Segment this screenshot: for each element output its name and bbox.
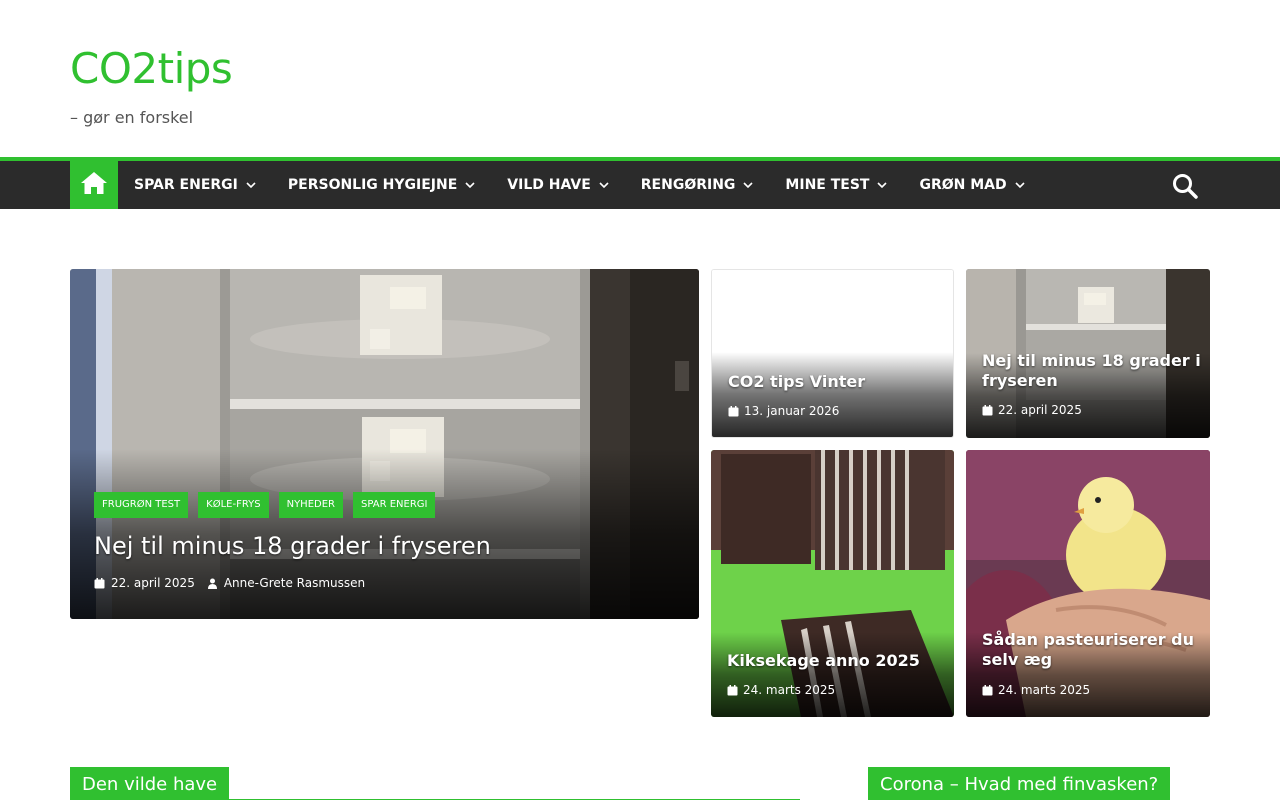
post-title[interactable]: Kiksekage anno 2025 [727, 651, 920, 671]
nav-item-label: PERSONLIG HYGIEJNE [287, 177, 458, 193]
section-title-left[interactable]: Den vilde have [70, 767, 230, 800]
home-button[interactable] [70, 157, 118, 209]
featured-post-side[interactable]: Kiksekage anno 2025 24. marts 2025 [711, 450, 954, 717]
chevron-down-icon[interactable] [1015, 180, 1025, 190]
category-tag[interactable]: NYHEDER [278, 492, 343, 518]
nav-item-mine-test[interactable]: MINE TEST [769, 161, 903, 209]
post-meta: 24. marts 2025 [982, 683, 1090, 697]
featured-post-side[interactable]: Sådan pasteuriserer du selv æg 24. marts… [966, 450, 1210, 717]
post-date[interactable]: 24. marts 2025 [998, 683, 1090, 697]
nav-item-vild-have[interactable]: VILD HAVE [491, 161, 624, 209]
category-tags: FRUGRØN TEST KØLE-FRYS NYHEDER SPAR ENER… [94, 492, 436, 518]
search-icon[interactable] [1172, 173, 1198, 199]
section-title-right[interactable]: Corona – Hvad med finvasken? [868, 767, 1171, 800]
site-tagline: – gør en forskel [70, 108, 194, 127]
nav-item-spar-energi[interactable]: SPAR ENERGI [118, 161, 272, 209]
nav-item-label: RENGØRING [640, 177, 736, 193]
post-meta: 24. marts 2025 [727, 683, 835, 697]
nav-item-label: GRØN MAD [919, 177, 1007, 193]
post-meta: 22. april 2025 Anne-Grete Rasmussen [94, 576, 365, 590]
calendar-icon [94, 577, 105, 588]
page: CO2tips – gør en forskel SPAR ENERGI PER… [0, 0, 1280, 800]
category-tag[interactable]: FRUGRØN TEST [94, 492, 189, 518]
post-title[interactable]: Nej til minus 18 grader i fryseren [982, 351, 1202, 391]
post-title[interactable]: Sådan pasteuriserer du selv æg [982, 630, 1207, 670]
nav-item-label: SPAR ENERGI [134, 177, 238, 193]
category-tag[interactable]: KØLE-FRYS [198, 492, 269, 518]
calendar-icon [727, 684, 738, 695]
home-icon [81, 172, 107, 194]
calendar-icon [982, 684, 993, 695]
post-date[interactable]: 13. januar 2026 [744, 404, 839, 418]
post-date[interactable]: 22. april 2025 [998, 403, 1082, 417]
post-date[interactable]: 22. april 2025 [111, 576, 195, 590]
nav-menu: SPAR ENERGI PERSONLIG HYGIEJNE VILD HAVE… [118, 161, 1041, 209]
post-date[interactable]: 24. marts 2025 [743, 683, 835, 697]
nav-item-rengoring[interactable]: RENGØRING [625, 161, 770, 209]
calendar-icon [728, 405, 739, 416]
post-author[interactable]: Anne-Grete Rasmussen [224, 576, 365, 590]
chevron-down-icon[interactable] [877, 180, 888, 190]
category-tag[interactable]: SPAR ENERGI [353, 492, 436, 518]
chevron-down-icon[interactable] [599, 180, 609, 190]
featured-post-side[interactable]: CO2 tips Vinter 13. januar 2026 [711, 269, 954, 438]
post-title[interactable]: CO2 tips Vinter [728, 372, 865, 392]
nav-item-label: MINE TEST [785, 177, 870, 193]
chevron-down-icon[interactable] [465, 180, 475, 190]
featured-post-main[interactable]: FRUGRØN TEST KØLE-FRYS NYHEDER SPAR ENER… [70, 269, 699, 619]
user-icon [207, 578, 217, 589]
featured-post-side[interactable]: Nej til minus 18 grader i fryseren 22. a… [966, 269, 1210, 438]
post-meta: 13. januar 2026 [728, 404, 839, 418]
card-overlay [711, 632, 954, 717]
nav-item-personlig-hygiejne[interactable]: PERSONLIG HYGIEJNE [272, 161, 491, 209]
nav-item-label: VILD HAVE [507, 177, 591, 193]
post-title[interactable]: Nej til minus 18 grader i fryseren [94, 531, 491, 561]
chevron-down-icon[interactable] [743, 180, 753, 190]
main-nav: SPAR ENERGI PERSONLIG HYGIEJNE VILD HAVE… [0, 157, 1280, 209]
nav-item-gron-mad[interactable]: GRØN MAD [903, 161, 1040, 209]
calendar-icon [982, 404, 993, 415]
post-meta: 22. april 2025 [982, 403, 1082, 417]
site-title[interactable]: CO2tips [70, 44, 233, 93]
card-overlay [712, 352, 953, 437]
chevron-down-icon[interactable] [246, 180, 256, 190]
